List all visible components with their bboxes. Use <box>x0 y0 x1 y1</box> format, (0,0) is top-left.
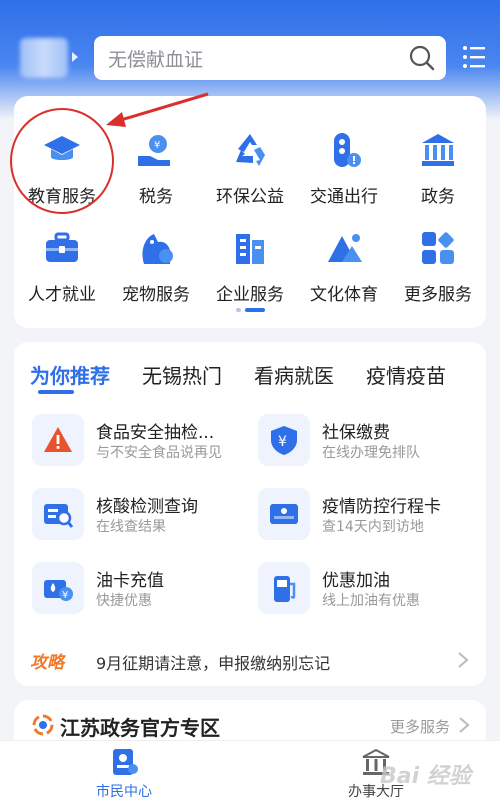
more-services-link[interactable]: 更多服务 <box>390 716 450 737</box>
fuel-card-icon: ¥ <box>44 580 73 601</box>
item-title: 油卡充值 <box>96 571 164 591</box>
icon-box <box>258 488 310 540</box>
recycle-icon <box>236 134 265 166</box>
notice-bar[interactable]: 攻略 9月征期请注意，申报缴纳别忘记 <box>30 648 470 673</box>
warning-icon <box>44 427 72 452</box>
item-subtitle: 线上加油有优惠 <box>322 593 420 609</box>
service-culture-sports[interactable]: 文化体育 <box>296 228 392 305</box>
tab-epidemic[interactable]: 疫情疫苗 <box>366 360 446 389</box>
list-item[interactable]: 核酸检测查询 在线查结果 <box>32 488 252 540</box>
list-item[interactable]: 优惠加油 线上加油有优惠 <box>258 562 478 614</box>
item-title: 核酸检测查询 <box>96 497 198 517</box>
section-title: 江苏政务官方专区 <box>60 716 220 740</box>
gas-pump-icon <box>274 576 296 602</box>
annotation-circle <box>10 108 114 214</box>
item-title: 疫情防控行程卡 <box>322 497 441 517</box>
pet-icon <box>142 234 173 264</box>
list-item[interactable]: 食品安全抽检... 与不安全食品说再见 <box>32 414 252 466</box>
service-label: 交通出行 <box>310 187 378 207</box>
svg-text:¥: ¥ <box>154 140 160 151</box>
icon-box <box>258 562 310 614</box>
menu-icon[interactable] <box>462 44 486 70</box>
service-label: 文化体育 <box>310 285 378 305</box>
list-item[interactable]: ¥ 社保缴费 在线办理免排队 <box>258 414 478 466</box>
annotation-arrow-icon <box>106 92 209 127</box>
nav-label: 市民中心 <box>96 784 152 800</box>
icon-box: ¥ <box>258 414 310 466</box>
service-employment[interactable]: 人才就业 <box>14 228 110 305</box>
service-label: 企业服务 <box>216 285 284 305</box>
service-government[interactable]: 政务 <box>390 130 486 207</box>
citizen-center-icon <box>113 749 138 775</box>
tab-medical[interactable]: 看病就医 <box>254 360 334 389</box>
chevron-right-icon[interactable] <box>458 716 470 734</box>
icon-box <box>32 488 84 540</box>
notice-text: 9月征期请注意，申报缴纳别忘记 <box>96 654 331 673</box>
icon-box <box>32 414 84 466</box>
page-dot-active <box>245 308 265 312</box>
search-input[interactable]: 无偿献血证 <box>108 45 203 72</box>
notice-tag: 攻略 <box>30 653 64 673</box>
list-item[interactable]: ¥ 油卡充值 快捷优惠 <box>32 562 252 614</box>
svg-text:¥: ¥ <box>62 590 68 601</box>
government-building-icon <box>422 134 454 166</box>
icon-box: ¥ <box>32 562 84 614</box>
item-subtitle: 在线办理免排队 <box>322 445 420 461</box>
item-subtitle: 在线查结果 <box>96 519 166 535</box>
service-environment[interactable]: 环保公益 <box>202 130 298 207</box>
recommend-card: 为你推荐 无锡热门 看病就医 疫情疫苗 食品安全抽检... 与不安全食品说再见 … <box>14 342 486 686</box>
traffic-light-icon <box>334 133 361 167</box>
service-pet[interactable]: 宠物服务 <box>108 228 204 305</box>
item-subtitle: 与不安全食品说再见 <box>96 445 222 461</box>
caret-right-icon <box>72 52 78 62</box>
watermark: Bai 经验 <box>380 764 471 789</box>
item-title: 优惠加油 <box>322 571 390 591</box>
chevron-right-icon <box>458 652 469 668</box>
service-label: 人才就业 <box>28 285 96 305</box>
list-item[interactable]: 疫情防控行程卡 查14天内到访地 <box>258 488 478 540</box>
item-title: 社保缴费 <box>322 423 390 443</box>
tax-hand-icon: ¥ <box>138 135 170 166</box>
briefcase-icon <box>46 232 78 262</box>
service-label: 更多服务 <box>404 285 472 305</box>
svg-text:¥: ¥ <box>278 434 287 450</box>
grid-icon <box>422 232 454 264</box>
jiangsu-logo-icon <box>32 714 54 736</box>
mountain-icon <box>328 234 362 262</box>
item-subtitle: 查14天内到访地 <box>322 519 424 535</box>
service-label: 宠物服务 <box>122 285 190 305</box>
avatar[interactable] <box>20 38 68 78</box>
test-search-icon <box>44 504 74 528</box>
service-traffic[interactable]: 交通出行 <box>296 130 392 207</box>
yuan-shield-icon: ¥ <box>271 426 297 455</box>
item-subtitle: 快捷优惠 <box>96 593 152 609</box>
enterprise-building-icon <box>236 234 264 264</box>
service-tax[interactable]: ¥ 税务 <box>108 130 204 207</box>
service-more[interactable]: 更多服务 <box>390 228 486 305</box>
service-label: 税务 <box>139 187 173 207</box>
travel-card-icon <box>270 504 298 524</box>
tab-underline <box>38 390 74 394</box>
nav-citizen-center[interactable]: 市民中心 <box>54 747 194 801</box>
search-bar[interactable]: 无偿献血证 <box>94 36 446 80</box>
service-enterprise[interactable]: 企业服务 <box>202 228 298 305</box>
service-label: 环保公益 <box>216 187 284 207</box>
tab-recommend[interactable]: 为你推荐 <box>30 360 110 389</box>
tab-wuxi-hot[interactable]: 无锡热门 <box>142 360 222 389</box>
service-label: 政务 <box>421 187 455 207</box>
search-icon[interactable] <box>408 44 436 72</box>
item-title: 食品安全抽检... <box>96 423 215 443</box>
page-dot <box>236 308 241 312</box>
